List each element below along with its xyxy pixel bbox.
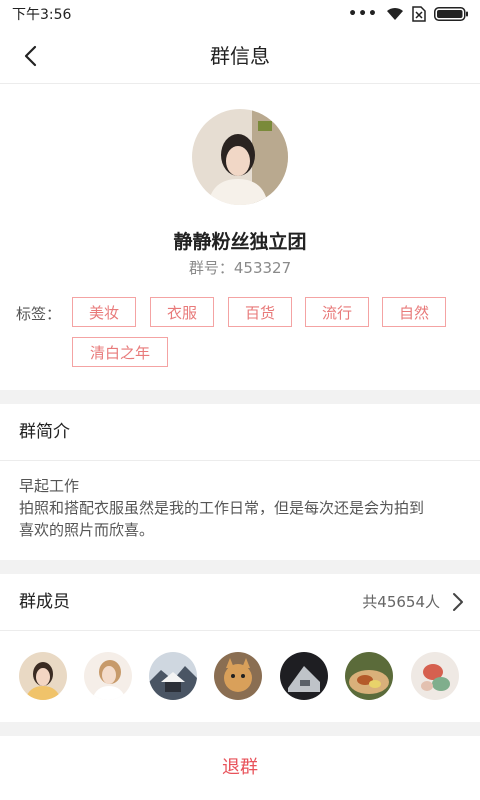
- tags-label: 标签：: [16, 305, 62, 323]
- more-dots-icon: •••: [348, 6, 378, 22]
- member-avatar[interactable]: [345, 652, 393, 700]
- nav-bar: 群信息: [0, 28, 480, 84]
- members-header[interactable]: 群成员 共45654人: [0, 574, 480, 631]
- group-profile: 静静粉丝独立团 群号：453327 标签： 美妆 衣服 百货 流行 自然 清白之…: [0, 84, 480, 390]
- intro-text: 早起工作 拍照和搭配衣服虽然是我的工作日常，但是每次还是会为拍到 喜欢的照片而欣…: [0, 461, 480, 541]
- intro-line: 早起工作: [19, 477, 80, 495]
- group-number: 群号：453327: [0, 257, 480, 278]
- tag-item[interactable]: 美妆: [72, 297, 136, 327]
- member-avatar[interactable]: [280, 652, 328, 700]
- status-bar: 下午3:56 •••: [0, 0, 480, 28]
- tag-item[interactable]: 自然: [382, 297, 446, 327]
- status-icons: •••: [348, 6, 468, 22]
- chevron-right-icon: [453, 593, 463, 611]
- wifi-icon: [386, 7, 404, 21]
- no-sim-icon: [412, 6, 426, 22]
- group-intro-section: 群简介 早起工作 拍照和搭配衣服虽然是我的工作日常，但是每次还是会为拍到 喜欢的…: [0, 404, 480, 560]
- member-avatar[interactable]: [149, 652, 197, 700]
- group-number-label: 群号：: [188, 259, 234, 277]
- members-title: 群成员: [19, 592, 70, 612]
- member-avatar[interactable]: [214, 652, 262, 700]
- intro-title: 群简介: [0, 404, 480, 461]
- tag-item[interactable]: 衣服: [150, 297, 214, 327]
- intro-line: 拍照和搭配衣服虽然是我的工作日常，但是每次还是会为拍到: [19, 499, 425, 517]
- group-number-value: 453327: [233, 259, 292, 277]
- group-name: 静静粉丝独立团: [173, 231, 307, 253]
- group-members-section: 群成员 共45654人: [0, 574, 480, 722]
- battery-icon: [434, 7, 468, 21]
- intro-line: 喜欢的照片而欣喜。: [19, 521, 155, 539]
- tag-item[interactable]: 流行: [305, 297, 369, 327]
- status-time: 下午3:56: [12, 7, 72, 23]
- quit-group-button[interactable]: 退群: [0, 736, 480, 800]
- tag-item[interactable]: 百货: [228, 297, 292, 327]
- group-avatar[interactable]: [192, 109, 288, 205]
- member-avatar[interactable]: [19, 652, 67, 700]
- members-count: 共45654人: [362, 593, 440, 611]
- member-avatar[interactable]: [411, 652, 459, 700]
- member-avatar[interactable]: [84, 652, 132, 700]
- page-title: 群信息: [210, 44, 270, 68]
- tag-item[interactable]: 清白之年: [72, 337, 168, 367]
